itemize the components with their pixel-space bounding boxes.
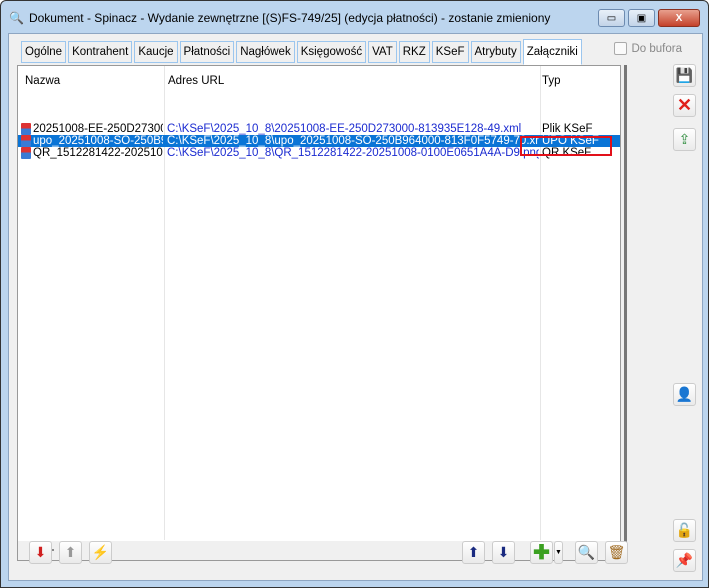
table-row[interactable]: 20251008-EE-250D273000-813935E128-49.xml… — [18, 123, 620, 135]
tab-platnosci[interactable]: Płatności — [179, 41, 235, 63]
move-up-button[interactable]: ⬆ — [462, 541, 485, 564]
arrow-down-icon: ⬇ — [497, 544, 510, 560]
highlight-box — [520, 136, 612, 156]
plus-icon: ✚ — [533, 542, 550, 564]
row-type: Plik KSeF — [542, 123, 593, 135]
document-window: 🔍 Dokument - Spinacz - Wydanie zewnętrzn… — [0, 0, 709, 588]
user-button[interactable]: 👤 — [673, 383, 696, 406]
tab-atrybuty[interactable]: Atrybuty — [470, 41, 521, 63]
floppy-icon: 💾 — [675, 67, 694, 83]
close-button[interactable]: X — [658, 9, 700, 27]
row-url: C:\KSeF\2025_10_8\20251008-EE-250D273000… — [167, 123, 522, 135]
pin-icon: 📌 — [675, 552, 694, 568]
tab-ksef[interactable]: KSeF — [431, 41, 469, 63]
tab-zalaczniki[interactable]: Załączniki — [522, 39, 582, 65]
row-name: 20251008-EE-250D273000-813935E128-49.xml — [33, 123, 163, 135]
file-icon — [21, 123, 31, 135]
do-bufora-checkbox[interactable]: Do bufora — [614, 42, 682, 55]
add-dropdown-button[interactable]: ▼ — [554, 541, 563, 564]
cancel-button[interactable]: ✕ — [673, 94, 696, 117]
maximize-button[interactable]: ▣ — [628, 9, 655, 27]
preview-button[interactable]: 🔍 — [575, 541, 598, 564]
magnifier-icon: 🔍 — [9, 11, 24, 25]
export-button[interactable]: ⇪ — [673, 128, 696, 151]
row-name: QR_1512281422-20251008-0100E0651A4A-D9.p… — [33, 147, 163, 159]
column-header-type[interactable]: Typ — [542, 75, 561, 87]
lightning-icon: ⚡ — [91, 544, 110, 560]
tab-ogolne[interactable]: Ogólne — [21, 41, 67, 63]
upload-from-db-icon: ⬆ — [64, 544, 77, 560]
row-url: C:\KSeF\2025_10_8\upo_20251008-SO-250B96… — [167, 135, 539, 147]
vertical-scrollbar[interactable] — [624, 65, 627, 560]
client-area: Ogólne Kontrahent Kaucje Płatności Nagłó… — [8, 33, 703, 581]
pin-button[interactable]: 📌 — [673, 549, 696, 572]
download-to-db-icon: ⬇ — [34, 544, 47, 560]
file-icon — [21, 135, 31, 147]
add-button[interactable]: ✚ — [530, 541, 553, 564]
tab-bar: Ogólne Kontrahent Kaucje Płatności Nagłó… — [21, 39, 582, 65]
column-header-url[interactable]: Adres URL — [168, 75, 224, 87]
delete-button[interactable]: 🗑 — [605, 541, 628, 564]
unlock-icon: 🔓 — [675, 522, 694, 538]
attachments-list[interactable]: Nazwa Adres URL Typ 20251008-EE-250D2730… — [17, 65, 621, 561]
title-bar: 🔍 Dokument - Spinacz - Wydanie zewnętrzn… — [9, 11, 550, 25]
move-down-button[interactable]: ⬇ — [492, 541, 515, 564]
tab-kontrahent[interactable]: Kontrahent — [68, 41, 133, 63]
tab-naglowek[interactable]: Nagłówek — [236, 41, 295, 63]
search-icon: 🔍 — [577, 544, 596, 560]
lock-button[interactable]: 🔓 — [673, 519, 696, 542]
export-icon: ⇪ — [678, 131, 691, 147]
column-header-name[interactable]: Nazwa — [25, 75, 60, 87]
save-button[interactable]: 💾 — [673, 64, 696, 87]
arrow-up-icon: ⬆ — [467, 544, 480, 560]
tab-ksiegowosc[interactable]: Księgowość — [296, 41, 367, 63]
tab-vat[interactable]: VAT — [368, 41, 397, 63]
chevron-down-icon: ▼ — [555, 549, 562, 556]
file-icon — [21, 147, 31, 159]
row-url: C:\KSeF\2025_10_8\QR_1512281422-20251008… — [167, 147, 539, 159]
export-attachment-button[interactable]: ⬆ — [59, 541, 82, 564]
minimize-button[interactable]: ▭ — [598, 9, 625, 27]
tab-kaucje[interactable]: Kaucje — [134, 41, 178, 63]
trash-icon: 🗑 — [607, 544, 626, 560]
tab-rkz[interactable]: RKZ — [398, 41, 430, 63]
import-attachment-button[interactable]: ⬇ — [29, 541, 52, 564]
do-bufora-label: Do bufora — [631, 42, 682, 55]
row-name: upo_20251008-SO-250B964000-813F0F5749-70… — [33, 135, 163, 147]
lightning-button[interactable]: ⚡ — [89, 541, 112, 564]
window-title: Dokument - Spinacz - Wydanie zewnętrzne … — [28, 11, 551, 25]
user-icon: 👤 — [675, 386, 694, 402]
checkbox-box[interactable] — [614, 42, 628, 55]
close-icon: ✕ — [676, 95, 693, 115]
